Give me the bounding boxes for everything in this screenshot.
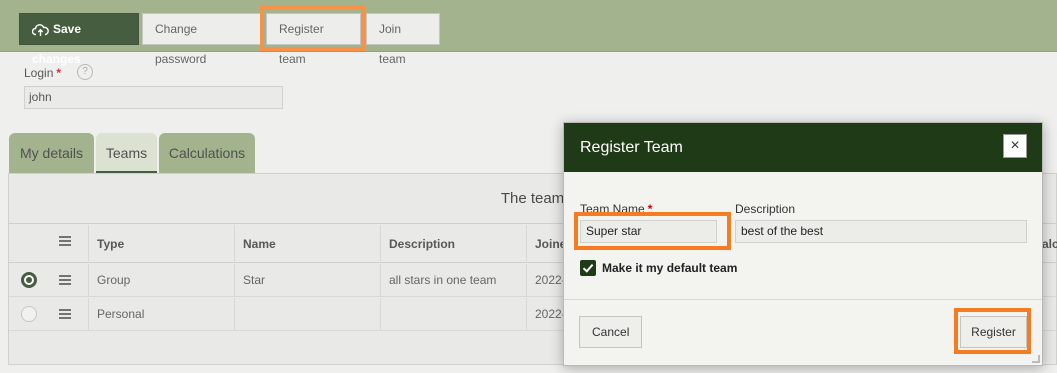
team-name-input[interactable]: Super star <box>580 220 717 243</box>
cancel-button[interactable]: Cancel <box>579 316 643 348</box>
default-team-label: Make it my default team <box>602 261 738 275</box>
check-icon <box>582 263 594 273</box>
description-input[interactable]: best of the best <box>735 220 1027 243</box>
default-team-checkbox[interactable] <box>580 260 596 276</box>
register-team-dialog: Register Team × Team Name * Super star De… <box>563 122 1043 366</box>
resize-handle-icon[interactable] <box>1032 355 1040 363</box>
required-mark: * <box>647 202 653 216</box>
close-icon[interactable]: × <box>1003 134 1027 158</box>
dialog-footer-divider <box>564 299 1042 300</box>
team-name-label: Team Name * <box>580 202 652 216</box>
register-button[interactable]: Register <box>960 316 1027 348</box>
team-name-label-text: Team Name <box>580 202 645 216</box>
description-label: Description <box>735 202 796 216</box>
dialog-title: Register Team <box>564 123 1042 172</box>
